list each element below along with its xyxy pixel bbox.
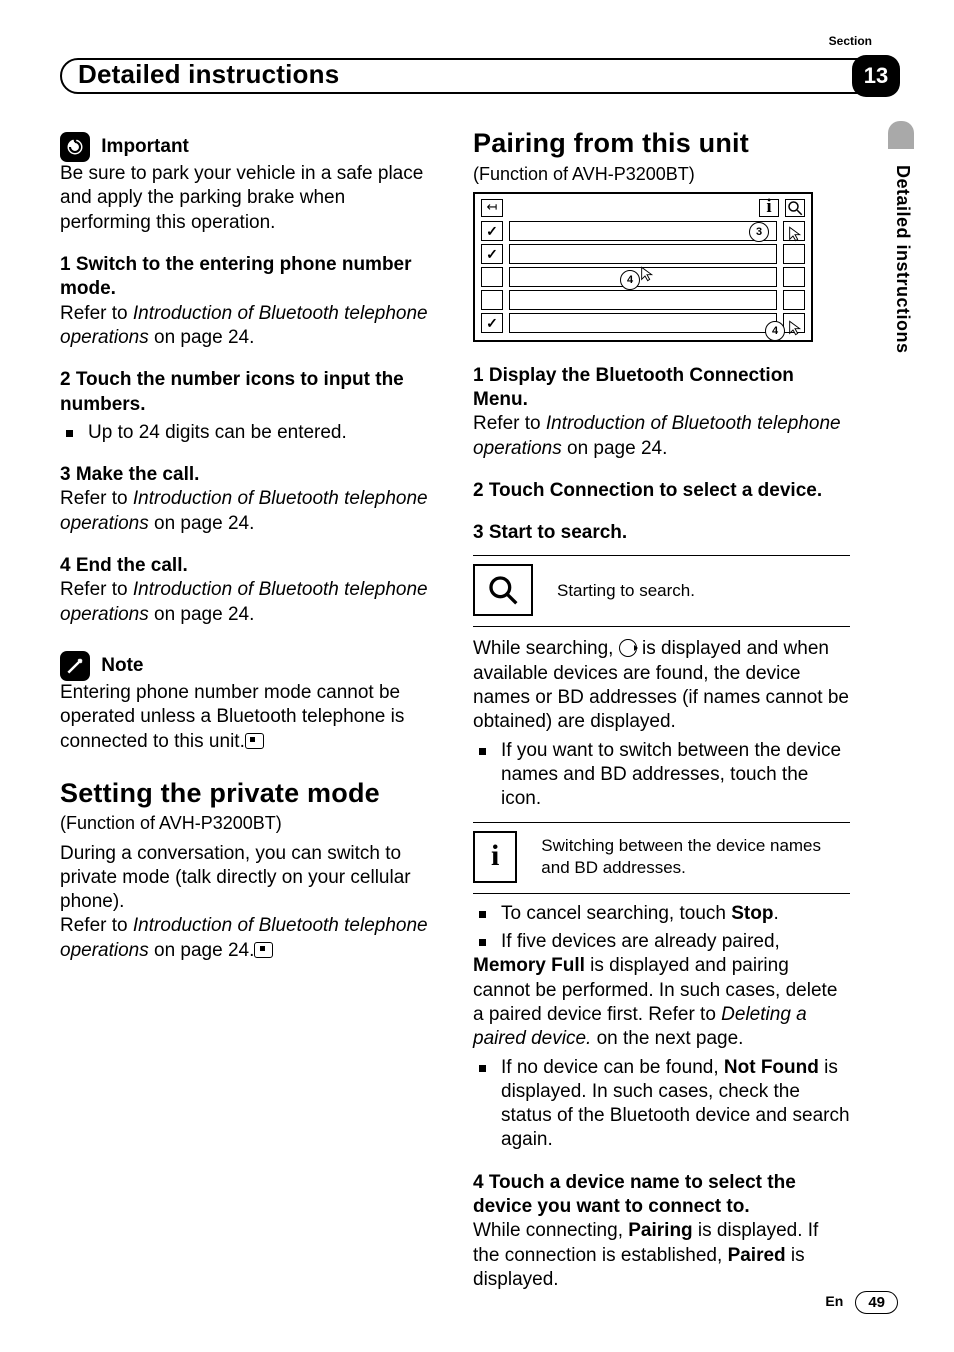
right-step-2-head: 2 Touch Connection to select a device. — [473, 479, 850, 503]
search-icon — [785, 199, 805, 217]
divider — [473, 555, 850, 556]
left-step-4-body: Refer to Introduction of Bluetooth telep… — [60, 578, 437, 627]
bullet-cancel: To cancel searching, touch Stop. — [473, 902, 850, 926]
callout-4b: 4 — [765, 321, 785, 341]
checkbox-icon — [481, 244, 503, 264]
divider — [473, 893, 850, 894]
searching-paragraph: While searching, is displayed and when a… — [473, 637, 850, 734]
cycle-icon — [619, 639, 637, 657]
memory-full-paragraph: Memory Full is displayed and pairing can… — [473, 954, 850, 1051]
pairing-heading: Pairing from this unit — [473, 126, 850, 161]
delete-icon — [783, 244, 805, 264]
search-action-icon — [473, 564, 533, 616]
left-step-1-body: Refer to Introduction of Bluetooth telep… — [60, 302, 437, 351]
page-footer: En 49 — [825, 1291, 898, 1314]
important-label: Important — [101, 136, 189, 157]
left-step-1-head: 1 Switch to the entering phone number mo… — [60, 253, 437, 302]
page-number: 49 — [855, 1291, 898, 1314]
checkbox-icon — [481, 313, 503, 333]
divider — [473, 822, 850, 823]
checkbox-icon — [481, 290, 503, 310]
private-body-2: Refer to Introduction of Bluetooth telep… — [60, 914, 437, 963]
callout-3: 3 — [749, 222, 769, 242]
right-step-4-head: 4 Touch a device name to select the devi… — [473, 1171, 850, 1220]
checkbox-icon — [481, 267, 503, 287]
bullet-not-found: If no device can be found, Not Found is … — [473, 1056, 850, 1153]
right-step-4-body: While connecting, Pairing is displayed. … — [473, 1219, 850, 1292]
note-body: Entering phone number mode cannot be ope… — [60, 681, 437, 754]
bullet-switch: If you want to switch between the device… — [473, 739, 850, 812]
chapter-header: Section Detailed instructions 13 — [60, 58, 894, 96]
device-list-diagram: ↤ i 3 4 4 — [473, 192, 813, 342]
right-column: Pairing from this unit (Function of AVH-… — [473, 126, 894, 1292]
section-label: Section — [829, 34, 872, 49]
left-step-4-head: 4 End the call. — [60, 554, 437, 578]
left-step-2-head: 2 Touch the number icons to input the nu… — [60, 368, 437, 417]
delete-icon — [783, 290, 805, 310]
cursor-icon — [787, 224, 803, 244]
cursor-icon — [787, 318, 803, 338]
section-number-badge: 13 — [852, 55, 900, 97]
end-mark-icon — [254, 942, 273, 958]
info-action-row: i Switching between the device names and… — [473, 831, 850, 883]
device-row — [509, 290, 777, 310]
bullet-five-devices: If five devices are already paired, — [473, 930, 850, 954]
right-step-3-head: 3 Start to search. — [473, 521, 850, 545]
left-column: Important Be sure to park your vehicle i… — [60, 126, 437, 1292]
delete-icon — [783, 267, 805, 287]
back-icon: ↤ — [481, 199, 503, 217]
note-label: Note — [101, 655, 143, 676]
side-tab-text: Detailed instructions — [890, 165, 914, 354]
important-body: Be sure to park your vehicle in a safe p… — [60, 162, 437, 235]
divider — [473, 626, 850, 627]
setting-private-mode-heading: Setting the private mode — [60, 776, 437, 811]
chapter-title: Detailed instructions — [78, 58, 339, 91]
checkbox-icon — [481, 221, 503, 241]
cursor-icon — [639, 264, 655, 284]
left-step-2-bullet: Up to 24 digits can be entered. — [60, 421, 437, 445]
info-icon: i — [759, 199, 779, 217]
callout-4a: 4 — [620, 270, 640, 290]
device-row — [509, 221, 777, 241]
device-row — [509, 244, 777, 264]
search-action-row: Starting to search. — [473, 564, 850, 616]
private-body-1: During a conversation, you can switch to… — [60, 842, 437, 915]
left-step-3-body: Refer to Introduction of Bluetooth telep… — [60, 487, 437, 536]
important-icon — [60, 132, 90, 162]
pairing-sub: (Function of AVH-P3200BT) — [473, 163, 850, 186]
info-action-text: Switching between the device names and B… — [541, 835, 850, 879]
device-row — [509, 313, 777, 333]
end-mark-icon — [245, 733, 264, 749]
right-step-1-body: Refer to Introduction of Bluetooth telep… — [473, 412, 850, 461]
info-action-icon: i — [473, 831, 517, 883]
side-tab — [888, 121, 914, 149]
setting-private-mode-sub: (Function of AVH-P3200BT) — [60, 812, 437, 835]
left-step-3-head: 3 Make the call. — [60, 463, 437, 487]
note-icon — [60, 651, 90, 681]
search-action-text: Starting to search. — [557, 580, 695, 602]
footer-lang: En — [825, 1293, 843, 1311]
right-step-1-head: 1 Display the Bluetooth Connection Menu. — [473, 364, 850, 413]
